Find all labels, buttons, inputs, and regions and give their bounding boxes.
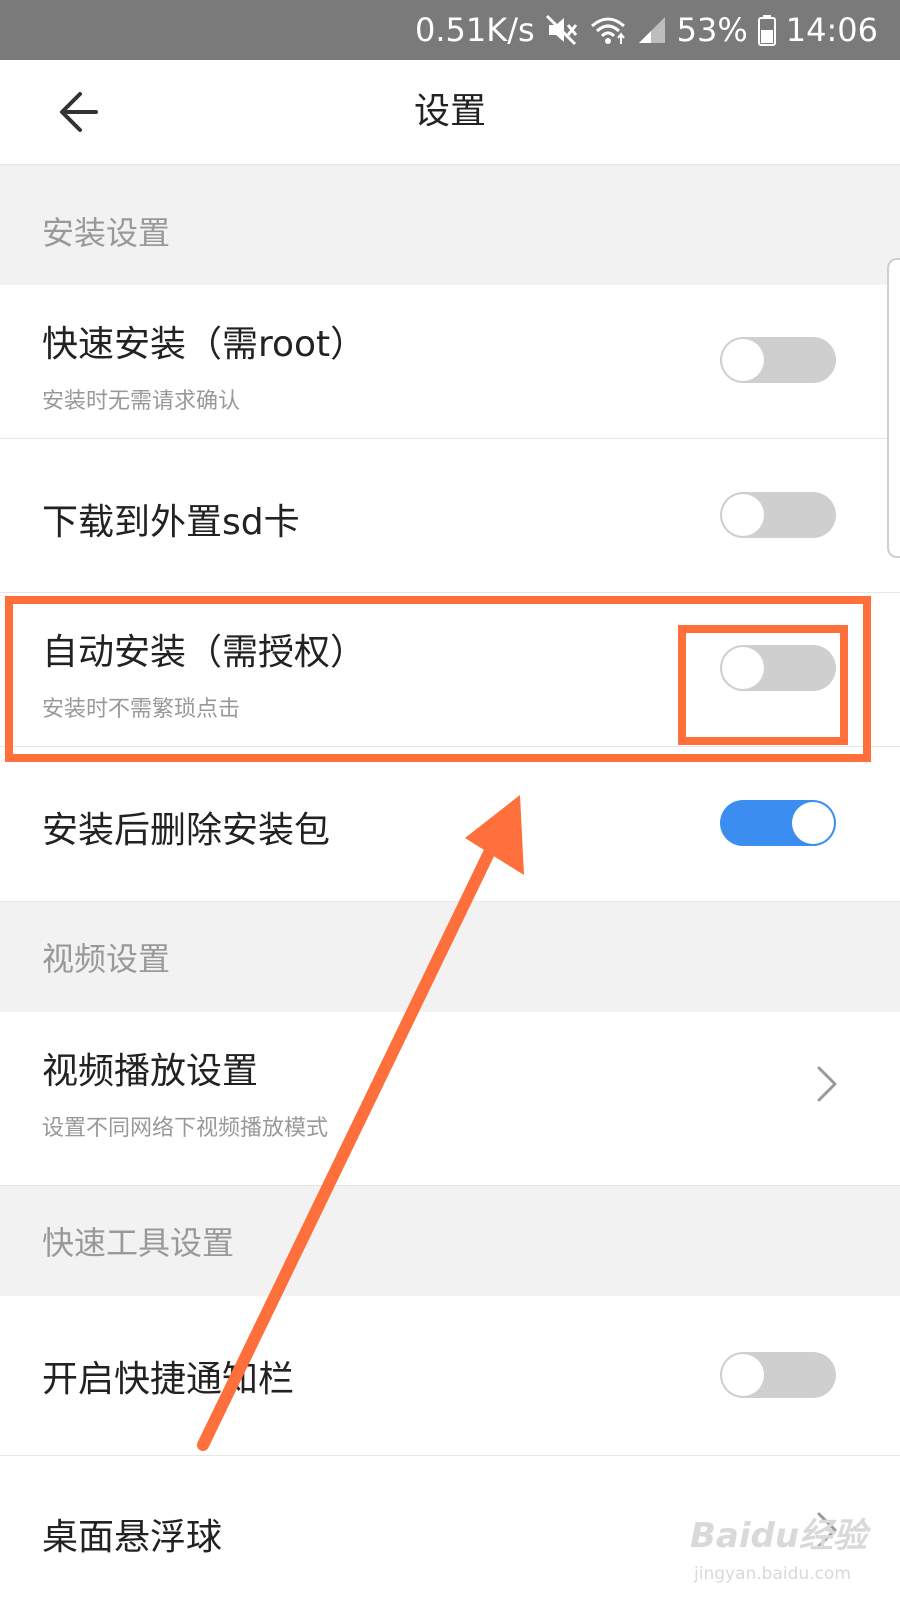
setting-title: 快速安装（需root） <box>42 324 367 365</box>
toggle-knob <box>792 802 834 844</box>
setting-subtitle: 安装时无需请求确认 <box>42 389 241 414</box>
toggle-knob <box>722 339 764 381</box>
network-speed: 0.51K/s <box>414 11 535 49</box>
toggle-knob <box>722 1354 764 1396</box>
setting-title: 安装后删除安装包 <box>42 810 331 851</box>
toggle-knob <box>722 647 764 689</box>
setting-row-auto-install[interactable]: 自动安装（需授权） 安装时不需繁琐点击 <box>0 593 900 747</box>
signal-icon <box>637 15 667 45</box>
setting-title: 视频播放设置 <box>42 1051 259 1092</box>
setting-row-video-playback[interactable]: 视频播放设置 设置不同网络下视频播放模式 <box>0 1012 900 1186</box>
chevron-right-icon <box>817 1512 837 1548</box>
wifi-icon <box>589 14 627 46</box>
setting-subtitle: 安装时不需繁琐点击 <box>42 697 241 722</box>
divider <box>0 165 900 177</box>
setting-row-delete-package[interactable]: 安装后删除安装包 <box>0 747 900 902</box>
setting-title: 桌面悬浮球 <box>42 1517 223 1558</box>
section-header-quick-tools: 快速工具设置 <box>0 1186 900 1296</box>
notification-bar-toggle[interactable] <box>720 1352 836 1398</box>
status-indicators: 0.51K/s 53% 14:06 <box>415 0 878 60</box>
section-header-install: 安装设置 <box>0 177 900 285</box>
auto-install-toggle[interactable] <box>720 645 836 691</box>
setting-row-notification-bar[interactable]: 开启快捷通知栏 <box>0 1296 900 1456</box>
sd-card-toggle[interactable] <box>720 492 836 538</box>
setting-title: 自动安装（需授权） <box>42 632 367 673</box>
mute-icon <box>545 14 579 46</box>
toggle-knob <box>722 494 764 536</box>
setting-row-sd-card[interactable]: 下载到外置sd卡 <box>0 439 900 593</box>
battery-percent: 53% <box>676 11 748 49</box>
section-header-video: 视频设置 <box>0 902 900 1012</box>
setting-title: 开启快捷通知栏 <box>42 1359 295 1400</box>
setting-title: 下载到外置sd卡 <box>42 502 300 543</box>
setting-row-quick-install[interactable]: 快速安装（需root） 安装时无需请求确认 <box>0 285 900 439</box>
app-bar: 设置 <box>0 60 900 165</box>
setting-subtitle: 设置不同网络下视频播放模式 <box>42 1116 329 1141</box>
quick-install-toggle[interactable] <box>720 337 836 383</box>
delete-package-toggle[interactable] <box>720 800 836 846</box>
page-title: 设置 <box>413 91 486 132</box>
scroll-indicator[interactable] <box>887 258 900 558</box>
battery-icon <box>757 14 776 46</box>
chevron-right-icon <box>817 1066 837 1102</box>
setting-row-floating-ball[interactable]: 桌面悬浮球 <box>0 1456 900 1600</box>
status-bar: 0.51K/s 53% 14:06 <box>0 0 900 60</box>
clock: 14:06 <box>785 11 878 49</box>
